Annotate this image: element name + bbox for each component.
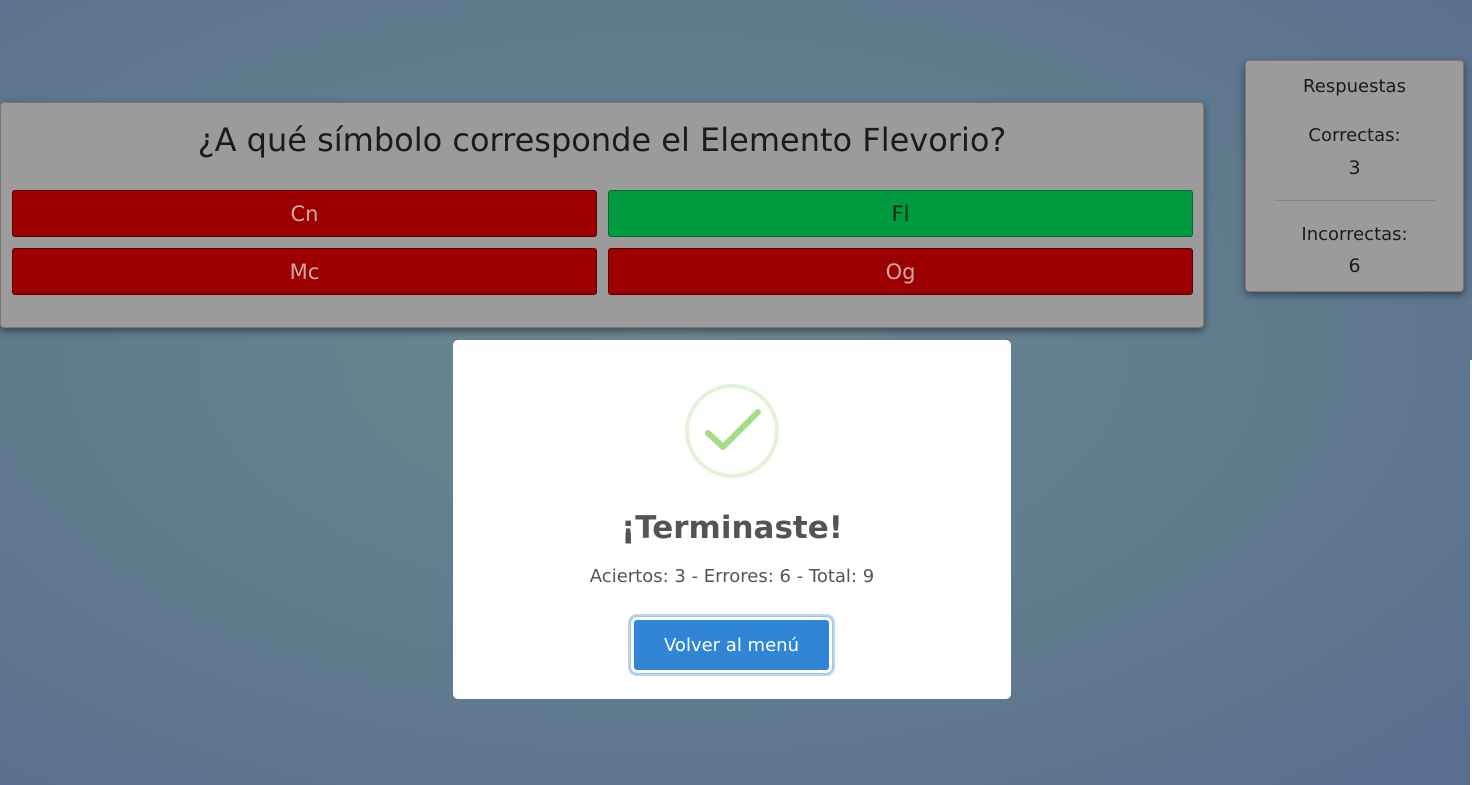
correct-label: Correctas: [1308, 125, 1401, 146]
back-to-menu-button[interactable]: Volver al menú [630, 616, 833, 674]
incorrect-label: Incorrectas: [1301, 224, 1408, 245]
incorrect-count: 6 [1348, 255, 1361, 277]
answer-option-fl[interactable]: Fl [608, 190, 1193, 237]
modal-title: ¡Terminaste! [621, 510, 843, 546]
score-panel-title: Respuestas [1303, 76, 1406, 97]
answer-option-og[interactable]: Og [608, 248, 1193, 295]
question-title: ¿A qué símbolo corresponde el Elemento F… [197, 121, 1007, 159]
score-panel: Respuestas Correctas: 3 Incorrectas: 6 [1245, 60, 1464, 292]
result-modal: ¡Terminaste! Aciertos: 3 - Errores: 6 - … [453, 340, 1011, 699]
question-card: ¿A qué símbolo corresponde el Elemento F… [0, 102, 1204, 328]
score-divider [1274, 200, 1436, 201]
answer-option-cn[interactable]: Cn [12, 190, 597, 237]
answer-option-mc[interactable]: Mc [12, 248, 597, 295]
result-summary: Aciertos: 3 - Errores: 6 - Total: 9 [589, 566, 875, 587]
success-check-icon [684, 383, 780, 479]
correct-count: 3 [1348, 157, 1361, 179]
